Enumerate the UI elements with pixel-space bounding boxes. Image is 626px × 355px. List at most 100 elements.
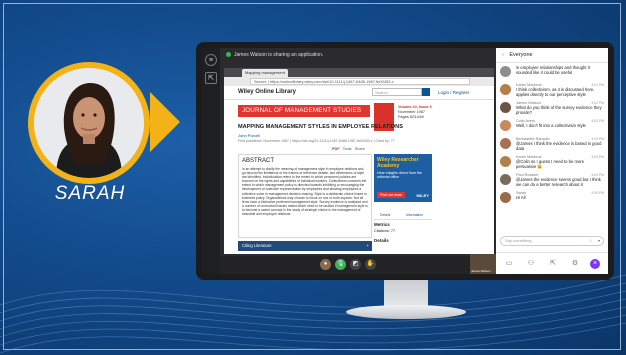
- microphone-icon[interactable]: 🎙: [335, 259, 346, 270]
- metrics-panel: Metrics Citations: 77 Details: [374, 222, 395, 244]
- details-heading: Details: [374, 238, 389, 243]
- ad-find-out-more-button[interactable]: Find out more: [377, 192, 406, 198]
- message-time: 4:01 PM: [591, 83, 604, 87]
- ad-text: Hear insights direct from the editorial …: [377, 171, 422, 180]
- tab-information[interactable]: Information: [406, 213, 423, 217]
- monitor-stand-base: [346, 305, 466, 319]
- chat-messages[interactable]: in employee relationships and thought it…: [496, 63, 608, 233]
- person-photo-icon: [34, 68, 144, 178]
- ad-heading: Wiley Researcher Academy: [377, 157, 419, 169]
- issue-info: Volume 24, Issue 6 November 1987 Pages 6…: [398, 105, 432, 120]
- researcher-academy-ad[interactable]: Wiley Researcher Academy Hear insights d…: [374, 154, 432, 202]
- chat-message: James Watson 4:02 PM What do you think o…: [496, 99, 608, 117]
- issue-pages: Pages 623-646: [398, 115, 424, 119]
- metrics-heading: Metrics: [374, 222, 390, 227]
- user-avatar: [500, 120, 511, 131]
- chat-icon[interactable]: ▭: [504, 259, 514, 269]
- chat-channel-title: Everyone: [509, 52, 533, 58]
- session-controls-bar: ● 🎙 ◩ ✋: [220, 256, 496, 274]
- menu-icon[interactable]: ≡: [205, 54, 217, 66]
- monitor-stand-neck: [384, 280, 428, 308]
- user-avatar: [500, 102, 511, 113]
- user-avatar: [500, 174, 511, 185]
- my-status-avatar[interactable]: ●: [320, 259, 331, 270]
- close-panel-icon[interactable]: ×: [590, 259, 600, 269]
- message-text: @James I think the evidence is based in …: [516, 141, 602, 151]
- panel-toolbar: ▭ ⚇ ⇱ ⚙ ×: [496, 252, 608, 274]
- camera-icon[interactable]: ◩: [350, 259, 361, 270]
- browser-tab[interactable]: Mapping management styles: [242, 69, 288, 83]
- chevron-down-icon[interactable]: ▾: [598, 237, 600, 245]
- chat-message: in employee relationships and thought it…: [496, 63, 608, 81]
- chat-panel: ‹ Everyone in employee relationships and…: [496, 48, 608, 274]
- shared-browser-window: Mapping management styles Secure | https…: [224, 68, 494, 254]
- article-authors[interactable]: John Purcell: [238, 133, 260, 138]
- live-indicator-icon: [226, 52, 231, 58]
- site-search-input[interactable]: Search: [372, 88, 422, 96]
- article-tools: PDF Tools Share: [332, 147, 365, 151]
- message-text: Hi All: [516, 195, 526, 200]
- monitor: ≡ ⇱ James Watson is sharing an applicati…: [196, 42, 614, 280]
- citations-count[interactable]: Citations: 77: [374, 228, 395, 234]
- chat-message: Sarah 4:05 PM Hi All: [496, 189, 608, 207]
- journal-banner[interactable]: JOURNAL OF MANAGEMENT STUDIES: [238, 105, 370, 117]
- back-arrow-icon[interactable]: ‹: [502, 52, 504, 58]
- chat-input-placeholder: Say something: [505, 238, 532, 243]
- abstract-box: ABSTRACT In an attempt to clarify the me…: [238, 154, 372, 238]
- user-avatar: [500, 192, 511, 203]
- presenter-name: SARAH: [54, 183, 126, 204]
- collaborate-screen: ≡ ⇱ James Watson is sharing an applicati…: [202, 48, 608, 274]
- share-content-icon[interactable]: ⇱: [548, 259, 558, 269]
- abstract-text: In an attempt to clarify the meaning of …: [242, 167, 368, 217]
- chat-message: Karen Macleod 4:01 PM I think collectivi…: [496, 81, 608, 99]
- message-text: @Colin so I guess I need to be more pers…: [516, 159, 585, 169]
- attendees-icon[interactable]: ⚇: [526, 259, 536, 269]
- promo-stage: SARAH ≡ ⇱ James Watson is sharing an app…: [0, 0, 626, 355]
- share-content-icon[interactable]: ⇱: [205, 72, 217, 84]
- raise-hand-icon[interactable]: ✋: [365, 259, 376, 270]
- article-title: MAPPING MANAGEMENT STYLES IN EMPLOYEE RE…: [238, 124, 403, 130]
- wiley-logo: WILEY: [416, 193, 429, 198]
- message-time: 4:02 PM: [591, 101, 604, 105]
- message-time: 4:05 PM: [591, 191, 604, 195]
- pdf-button[interactable]: PDF: [332, 147, 340, 151]
- user-avatar: [500, 84, 511, 95]
- message-text: @James the evidence seems good but I thi…: [516, 177, 601, 187]
- sharing-status-bar: James Watson is sharing an application.: [220, 48, 496, 62]
- site-title[interactable]: Wiley Online Library: [238, 89, 296, 95]
- user-avatar: [500, 138, 511, 149]
- citing-literature-toggle[interactable]: Citing Literature +: [238, 241, 372, 251]
- chat-message-input[interactable]: Say something ☺ ▾: [500, 236, 604, 246]
- message-text: What do you think of the survey evidence…: [516, 105, 602, 115]
- message-time: 4:03 PM: [591, 155, 604, 159]
- chat-header: ‹ Everyone: [496, 48, 608, 63]
- chat-message: Bernadette Ramplin 4:03 PM @James I thin…: [496, 135, 608, 153]
- user-avatar: [500, 66, 511, 77]
- abstract-heading: ABSTRACT: [242, 158, 275, 164]
- search-icon[interactable]: [422, 88, 430, 96]
- share-button[interactable]: Share: [355, 147, 365, 151]
- tools-button[interactable]: Tools: [343, 147, 352, 151]
- login-link[interactable]: Login / Register: [438, 90, 470, 95]
- site-header: Wiley Online Library Search Login / Regi…: [224, 86, 494, 100]
- settings-icon[interactable]: ⚙: [570, 259, 580, 269]
- chat-message: Paul Rossiter 4:04 PM @James the evidenc…: [496, 171, 608, 189]
- emoji-icon[interactable]: ☺: [589, 237, 593, 245]
- self-view-name: James Watson: [471, 269, 491, 273]
- sidebar-tabs: Details Information: [374, 205, 432, 220]
- expand-icon: +: [366, 243, 369, 248]
- self-video-thumbnail: James Watson: [470, 254, 496, 274]
- message-time: 4:03 PM: [591, 137, 604, 141]
- sharing-status-text: James Watson is sharing an application.: [234, 52, 324, 58]
- address-bar[interactable]: Secure | https://onlinelibrary.wiley.com…: [250, 78, 470, 85]
- message-text: Well, I don't fit into a collectivism st…: [516, 123, 586, 128]
- chat-message: Karen Macleod 4:03 PM @Colin so I guess …: [496, 153, 608, 171]
- citing-literature-label: Citing Literature: [242, 243, 272, 248]
- chat-message: Colin Avery 4:02 PM Well, I don't fit in…: [496, 117, 608, 135]
- publication-info: First published: November 1987 | https:/…: [238, 139, 395, 143]
- user-avatar: [500, 156, 511, 167]
- tab-details[interactable]: Details: [380, 213, 390, 217]
- message-text: I think collectivism, as it is discussed…: [516, 87, 595, 97]
- speech-pointer: [150, 92, 180, 152]
- collab-left-rail: ≡ ⇱: [202, 48, 220, 274]
